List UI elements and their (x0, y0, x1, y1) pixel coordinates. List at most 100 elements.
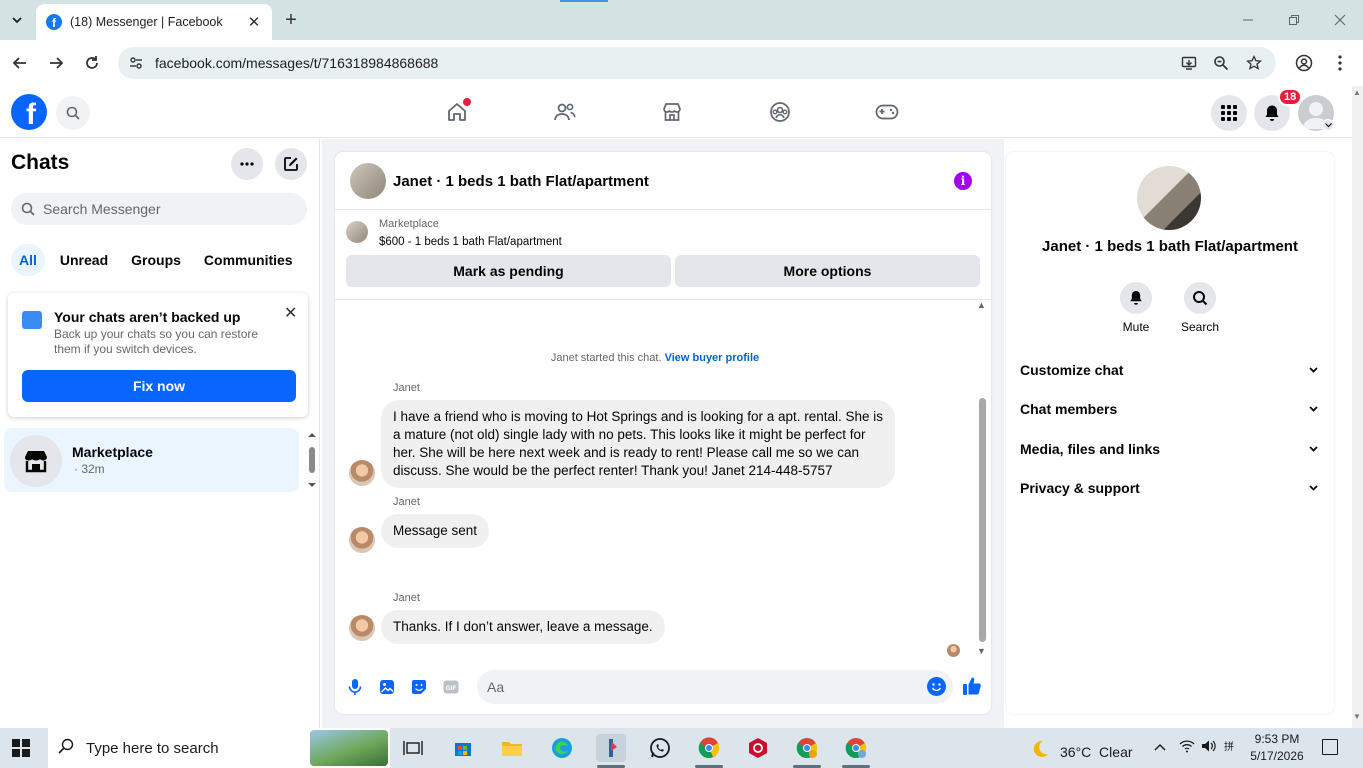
emoji-icon[interactable] (927, 677, 946, 696)
sticker-icon[interactable] (409, 677, 429, 697)
message-bubble[interactable]: I have a friend who is moving to Hot Spr… (381, 400, 895, 488)
bookmark-star-icon[interactable] (1244, 53, 1264, 73)
chrome-profile-2-icon[interactable] (792, 734, 822, 762)
message-input[interactable]: Aa (477, 670, 953, 704)
forward-icon[interactable] (44, 51, 68, 75)
chat-start-notice: Janet started this chat. View buyer prof… (335, 352, 975, 364)
message-bubble[interactable]: Message sent (381, 514, 490, 548)
search-icon[interactable] (56, 96, 90, 130)
account-chevron-icon[interactable] (1322, 119, 1334, 131)
restore-icon[interactable] (1282, 8, 1306, 32)
install-app-icon[interactable] (1179, 53, 1199, 73)
taskbar-clock[interactable]: 9:53 PM 5/17/2026 (1246, 731, 1308, 765)
close-window-icon[interactable] (1328, 8, 1352, 32)
conversation-item-marketplace[interactable]: Marketplace · 32m (4, 428, 299, 492)
mute-button[interactable]: Mute (1106, 282, 1166, 334)
listing-description[interactable]: $600 - 1 beds 1 bath Flat/apartment (379, 236, 562, 248)
details-avatar[interactable] (1137, 166, 1201, 230)
backup-close-icon[interactable]: ✕ (284, 303, 297, 323)
more-options-button[interactable]: More options (675, 255, 980, 287)
edge-browser-icon[interactable] (547, 734, 577, 762)
weather-widget[interactable]: 36°C Clear (1030, 739, 1133, 764)
gif-icon[interactable]: GIF (441, 677, 461, 697)
chrome-profile-3-icon[interactable] (841, 734, 871, 762)
new-message-icon[interactable] (275, 148, 307, 180)
section-chat-members[interactable]: Chat members (1020, 399, 1318, 419)
marketplace-icon[interactable] (652, 94, 692, 130)
conversation-avatar[interactable] (350, 163, 386, 199)
sender-avatar[interactable] (349, 460, 375, 486)
page-scrollbar[interactable]: ▲ ▼ (1352, 86, 1363, 728)
sender-avatar[interactable] (349, 527, 375, 553)
whatsapp-icon[interactable] (645, 734, 675, 762)
conversation-title[interactable]: Janet · 1 beds 1 bath Flat/apartment (393, 173, 649, 190)
taskbar-search-box[interactable]: Type here to search (48, 728, 390, 768)
minimize-icon[interactable] (1236, 8, 1260, 32)
notification-center-icon[interactable] (1322, 739, 1338, 755)
friends-icon[interactable] (545, 94, 585, 130)
menu-grid-icon[interactable] (1211, 95, 1247, 131)
like-thumbs-up-icon[interactable] (961, 675, 983, 697)
home-notification-dot (463, 98, 471, 106)
scroll-down-arrow-icon[interactable]: ▼ (977, 646, 986, 656)
browser-tab[interactable]: f (18) Messenger | Facebook ✕ (36, 4, 272, 40)
security-app-icon[interactable] (743, 734, 773, 762)
home-icon[interactable] (437, 94, 477, 130)
url-text[interactable]: facebook.com/messages/t/716318984868688 (155, 55, 438, 71)
fix-now-button[interactable]: Fix now (22, 370, 296, 402)
profile-icon[interactable] (1292, 51, 1316, 75)
message-composer: GIF Aa (335, 660, 991, 714)
view-buyer-profile-link[interactable]: View buyer profile (665, 352, 760, 364)
microsoft-store-icon[interactable] (448, 734, 478, 762)
browser-menu-icon[interactable] (1328, 51, 1352, 75)
photo-icon[interactable] (377, 677, 397, 697)
mute-bell-icon[interactable] (1120, 282, 1152, 314)
facebook-top-nav: f 18 (0, 86, 1352, 138)
filter-all[interactable]: All (11, 244, 45, 276)
section-privacy-support[interactable]: Privacy & support (1020, 478, 1318, 498)
section-media-files-links[interactable]: Media, files and links (1020, 439, 1318, 459)
new-tab-button[interactable]: + (280, 9, 302, 31)
message-sender: Janet (393, 496, 420, 508)
filter-communities[interactable]: Communities (196, 244, 301, 276)
tab-close-icon[interactable]: ✕ (244, 12, 264, 32)
groups-icon[interactable] (760, 94, 800, 130)
chats-options-icon[interactable] (231, 148, 263, 180)
volume-icon[interactable] (1201, 739, 1217, 756)
zoom-icon[interactable] (1211, 53, 1231, 73)
input-language-icon[interactable]: 拼 (1224, 739, 1240, 756)
filter-unread[interactable]: Unread (52, 244, 116, 276)
omnibox[interactable]: facebook.com/messages/t/716318984868688 (118, 47, 1276, 79)
mark-as-pending-button[interactable]: Mark as pending (346, 255, 671, 287)
reload-icon[interactable] (80, 51, 104, 75)
search-highlight-image[interactable] (310, 730, 388, 766)
messages-scrollbar[interactable]: ▲ ▼ (977, 300, 987, 660)
windows-start-icon[interactable] (12, 739, 30, 757)
tray-overflow-chevron-icon[interactable] (1154, 739, 1166, 754)
filter-groups[interactable]: Groups (123, 244, 189, 276)
search-conversation-icon[interactable] (1184, 282, 1216, 314)
file-explorer-icon[interactable] (497, 734, 527, 762)
gaming-icon[interactable] (867, 94, 907, 130)
active-app-icon[interactable] (596, 734, 626, 762)
page-scroll-down-icon[interactable]: ▼ (1353, 712, 1361, 721)
messages-scroll-thumb[interactable] (979, 398, 986, 642)
site-info-icon[interactable] (126, 53, 146, 73)
info-icon[interactable]: i (954, 172, 972, 190)
search-conversation-button[interactable]: Search (1170, 282, 1230, 334)
sender-avatar[interactable] (349, 615, 375, 641)
back-icon[interactable] (8, 51, 32, 75)
chrome-profile-1-icon[interactable] (694, 734, 724, 762)
scroll-up-arrow-icon[interactable]: ▲ (977, 300, 986, 310)
section-customize-chat[interactable]: Customize chat (1020, 360, 1318, 380)
search-messenger-input[interactable]: Search Messenger (11, 193, 307, 225)
tab-search-chevron-icon[interactable] (6, 9, 28, 31)
message-bubble[interactable]: Thanks. If I don’t answer, leave a messa… (381, 610, 665, 644)
page-scroll-up-icon[interactable]: ▲ (1353, 88, 1361, 97)
facebook-logo-icon[interactable]: f (11, 94, 47, 130)
task-view-icon[interactable] (398, 734, 428, 762)
listing-label: Marketplace (379, 218, 439, 230)
microphone-icon[interactable] (345, 677, 365, 697)
network-icon[interactable] (1179, 739, 1195, 756)
chats-scrollbar[interactable] (307, 429, 317, 491)
